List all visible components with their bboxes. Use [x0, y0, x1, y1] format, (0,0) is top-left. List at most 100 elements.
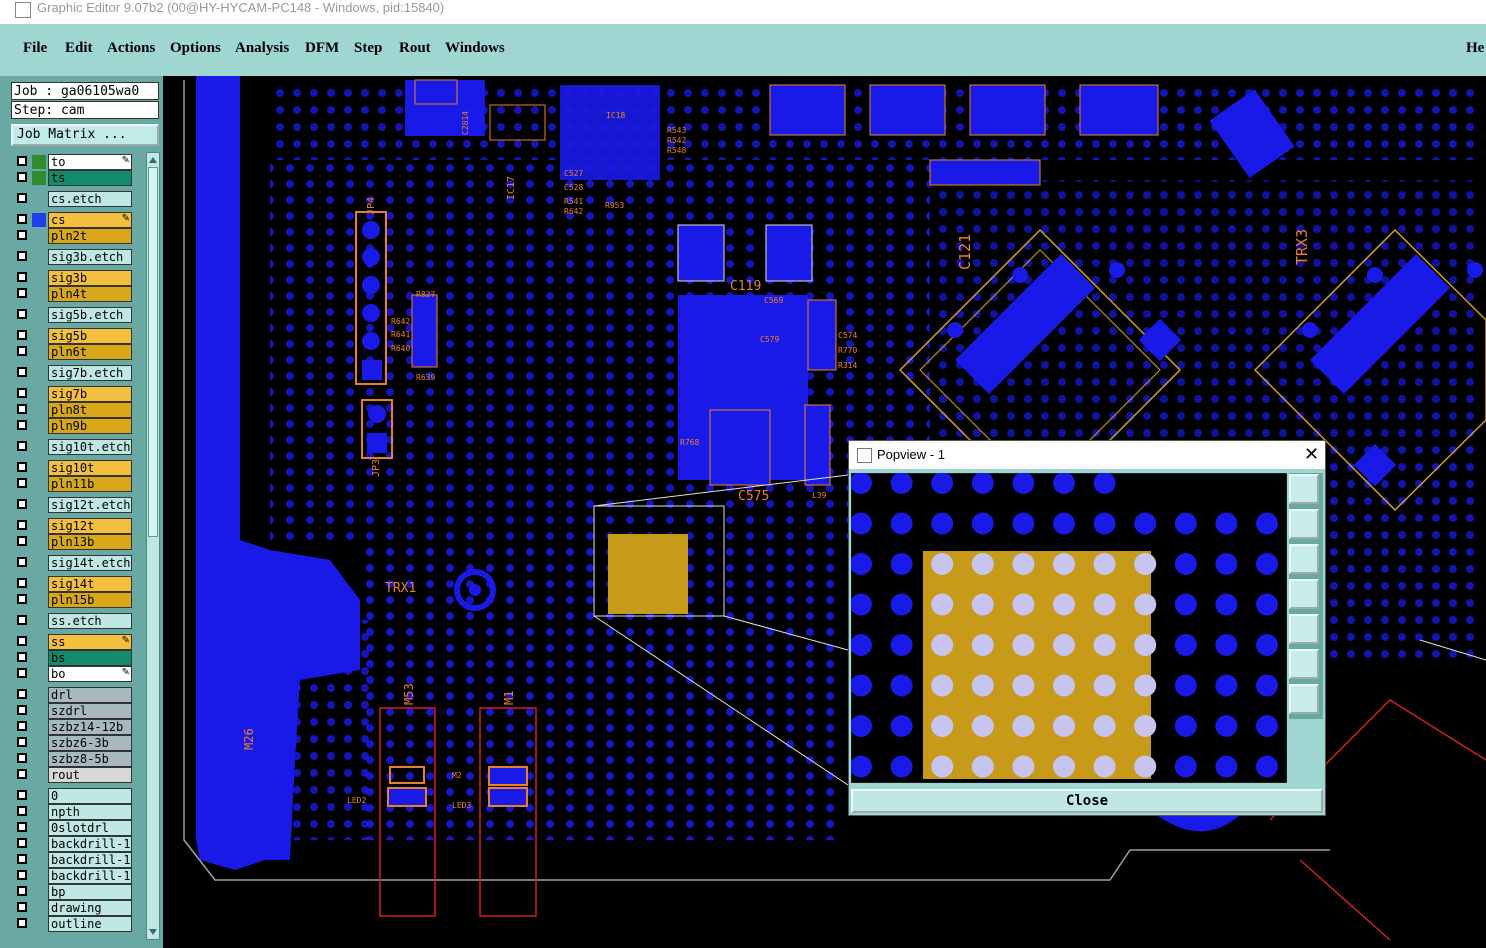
via-pad: [1053, 593, 1075, 616]
via-pad: [1215, 553, 1238, 575]
svg-text:R641: R641: [391, 330, 410, 339]
via-pad: [1093, 634, 1116, 656]
via-pad: [1012, 755, 1035, 778]
svg-text:JP4: JP4: [366, 197, 377, 215]
via-pad: [1012, 473, 1035, 494]
via-pad: [1093, 593, 1116, 616]
via-pad: [1053, 473, 1075, 494]
zoom-out-icon[interactable]: [1289, 684, 1319, 714]
via-pad: [851, 674, 872, 697]
via-pad: [971, 715, 994, 737]
via-pad: [851, 755, 872, 778]
window-restore-icon[interactable]: [1289, 474, 1319, 504]
svg-text:R314: R314: [838, 361, 857, 370]
pan-down-icon[interactable]: [1289, 544, 1319, 574]
svg-text:R768: R768: [680, 438, 699, 447]
svg-text:IC18: IC18: [606, 111, 625, 120]
via-pad: [890, 634, 913, 656]
popview-dialog: Popview - 1 ✕ Close: [848, 440, 1326, 816]
via-pad: [890, 715, 913, 737]
via-pad: [1174, 634, 1197, 656]
via-pad: [1174, 755, 1197, 778]
zoom-in-icon[interactable]: [1289, 649, 1319, 679]
svg-text:C574: C574: [838, 331, 857, 340]
via-pad: [1093, 715, 1116, 737]
via-pad: [1012, 674, 1035, 697]
svg-text:L39: L39: [812, 491, 827, 500]
via-pad: [890, 512, 913, 535]
popview-titlebar: Popview - 1 ✕: [849, 441, 1325, 469]
via-pad: [851, 512, 872, 535]
svg-text:R548: R548: [667, 146, 686, 155]
via-pad: [1012, 715, 1035, 737]
svg-text:IC17: IC17: [506, 176, 517, 200]
close-icon[interactable]: ✕: [1304, 444, 1319, 464]
svg-text:TRX1: TRX1: [385, 581, 416, 596]
svg-text:R770: R770: [838, 346, 857, 355]
via-pad: [971, 473, 994, 494]
svg-text:M53: M53: [402, 683, 416, 705]
via-pad: [1256, 593, 1278, 616]
via-pad: [1215, 634, 1238, 656]
via-pad: [1134, 553, 1157, 575]
svg-text:R639: R639: [416, 373, 435, 382]
via-pad: [1093, 512, 1116, 535]
pan-right-icon[interactable]: [1289, 614, 1319, 644]
via-pad: [1256, 715, 1278, 737]
via-pad: [851, 593, 872, 616]
svg-text:C527: C527: [564, 169, 583, 178]
via-pad: [1174, 674, 1197, 697]
via-pad: [1174, 593, 1197, 616]
svg-text:R827: R827: [416, 290, 435, 299]
via-pad: [1174, 512, 1197, 535]
via-pad: [971, 512, 994, 535]
toolbar-filler: [1289, 719, 1323, 785]
via-pad: [1256, 755, 1278, 778]
bga-pad-area: [923, 551, 1151, 779]
svg-text:R642: R642: [564, 207, 583, 216]
via-pad: [931, 755, 954, 778]
pan-left-icon[interactable]: [1289, 579, 1319, 609]
close-button[interactable]: Close: [851, 789, 1323, 813]
svg-text:R642: R642: [391, 317, 410, 326]
svg-text:R541: R541: [564, 197, 583, 206]
via-pad: [1215, 715, 1238, 737]
via-pad: [1215, 755, 1238, 778]
svg-text:TRX3: TRX3: [1293, 229, 1311, 265]
via-pad: [971, 674, 994, 697]
via-pad: [1093, 755, 1116, 778]
svg-text:M2: M2: [452, 771, 462, 780]
svg-text:JP3: JP3: [371, 459, 382, 477]
via-pad: [1256, 674, 1278, 697]
popview-title: Popview - 1: [877, 447, 945, 462]
via-pad: [971, 593, 994, 616]
via-pad: [1134, 715, 1157, 737]
via-pad: [1134, 674, 1157, 697]
via-pad: [1134, 512, 1157, 535]
svg-text:C575: C575: [738, 489, 769, 504]
via-pad: [1256, 634, 1278, 656]
svg-text:R953: R953: [605, 201, 624, 210]
svg-text:C2814: C2814: [461, 111, 470, 135]
via-pad: [1053, 755, 1075, 778]
via-pad: [971, 755, 994, 778]
via-pad: [1012, 553, 1035, 575]
svg-text:C121: C121: [956, 234, 974, 270]
via-pad: [931, 553, 954, 575]
via-pad: [1053, 634, 1075, 656]
via-pad: [1012, 593, 1035, 616]
via-pad: [1215, 512, 1238, 535]
via-pad: [1093, 553, 1116, 575]
via-pad: [890, 553, 913, 575]
via-pad: [1053, 512, 1075, 535]
popview-app-icon: [857, 448, 872, 463]
via-pad: [931, 715, 954, 737]
svg-text:M1: M1: [502, 691, 516, 705]
via-pad: [851, 634, 872, 656]
via-pad: [971, 553, 994, 575]
via-pad: [1012, 512, 1035, 535]
popview-zoom-canvas[interactable]: [851, 473, 1287, 783]
pan-up-icon[interactable]: [1289, 509, 1319, 539]
via-pad: [1215, 674, 1238, 697]
via-pad: [1012, 634, 1035, 656]
